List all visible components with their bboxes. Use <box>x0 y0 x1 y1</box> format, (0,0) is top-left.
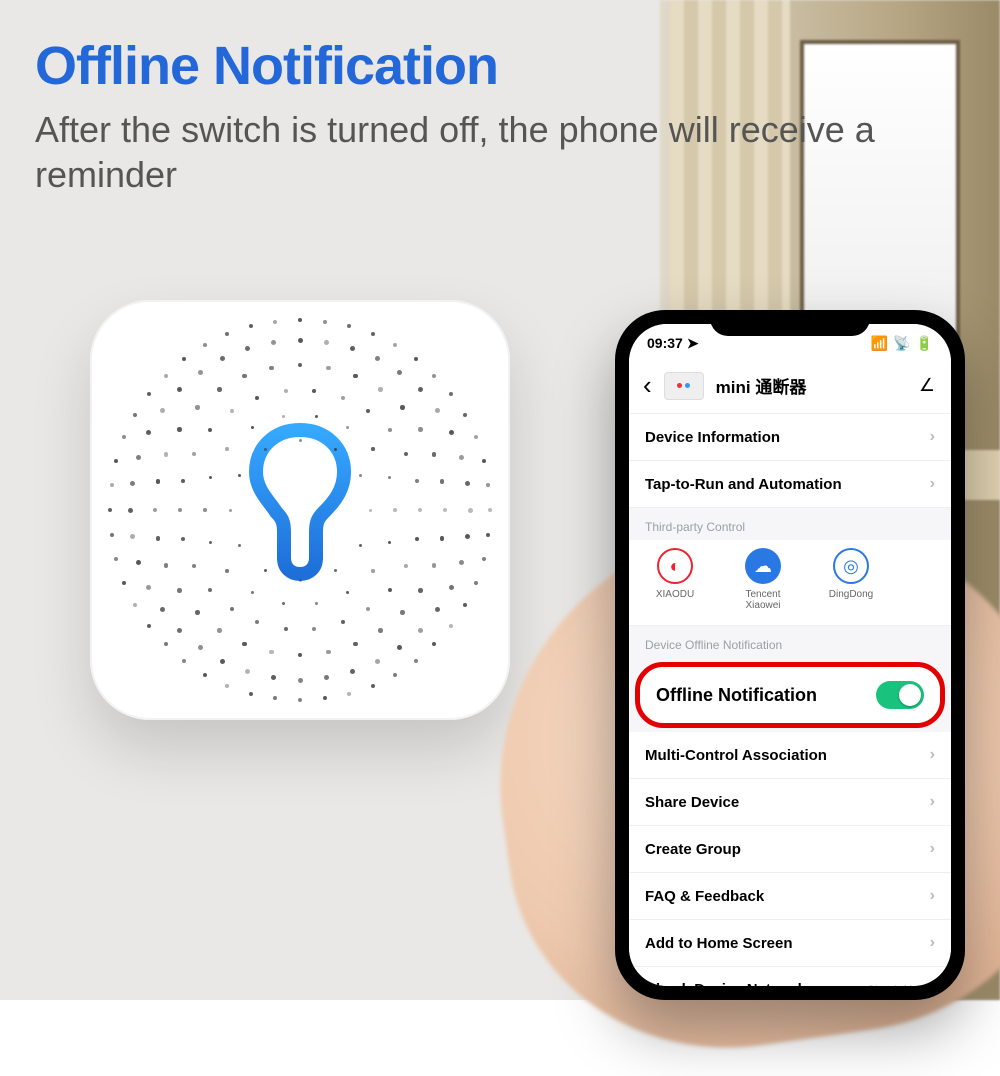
row-label: Tap-to-Run and Automation <box>645 476 842 493</box>
row-create-group[interactable]: Create Group › <box>629 826 951 873</box>
third-party-services: ◐ XIAODU ☁ Tencent Xiaowei ◎ DingDong <box>629 540 951 626</box>
offline-toggle[interactable] <box>876 681 924 709</box>
dingdong-icon: ◎ <box>833 548 869 584</box>
xiaodu-icon: ◐ <box>657 548 693 584</box>
section-offline: Device Offline Notification <box>629 626 951 658</box>
highlight-box: Offline Notification <box>635 662 945 728</box>
service-label: Tencent Xiaowei <box>733 589 793 611</box>
row-label: FAQ & Feedback <box>645 888 764 905</box>
chevron-right-icon: › <box>930 840 935 858</box>
service-tencent[interactable]: ☁ Tencent Xiaowei <box>733 548 793 611</box>
back-button[interactable]: ‹ <box>643 370 652 401</box>
row-label: Add to Home Screen <box>645 935 793 952</box>
row-label: Device Information <box>645 429 780 446</box>
row-label: Share Device <box>645 794 739 811</box>
chevron-right-icon: › <box>930 793 935 811</box>
row-device-info[interactable]: Device Information › <box>629 414 951 461</box>
chevron-right-icon: › <box>930 428 935 446</box>
page-title: Offline Notification <box>35 35 980 97</box>
section-third-party: Third-party Control <box>629 508 951 540</box>
service-label: XIAODU <box>656 589 694 600</box>
row-check-network[interactable]: Check Device Network Check Now › <box>629 967 951 986</box>
wifi-icon: 📡 <box>893 335 910 352</box>
chevron-right-icon: › <box>930 475 935 493</box>
row-share[interactable]: Share Device › <box>629 779 951 826</box>
status-time: 09:37 <box>647 335 683 351</box>
bulb-icon <box>240 422 360 582</box>
service-label: DingDong <box>829 589 873 600</box>
tencent-icon: ☁ <box>745 548 781 584</box>
service-xiaodu[interactable]: ◐ XIAODU <box>645 548 705 611</box>
device-name: mini 通断器 <box>716 373 807 398</box>
device-thumbnail <box>664 372 704 400</box>
edit-button[interactable]: ∠ <box>919 375 935 396</box>
chevron-right-icon: › <box>930 934 935 952</box>
check-now-link[interactable]: Check Now › <box>866 983 935 987</box>
service-dingdong[interactable]: ◎ DingDong <box>821 548 881 611</box>
phone-mockup: 09:37 ➤ 📶 📡 🔋 ‹ mini 通断器 ∠ Device Inform… <box>615 310 965 1000</box>
signal-icon: 📶 <box>871 335 888 352</box>
row-label: Multi-Control Association <box>645 747 827 764</box>
smart-switch-device: // placeholder so we can generate dots a… <box>90 300 510 720</box>
row-automation[interactable]: Tap-to-Run and Automation › <box>629 461 951 508</box>
chevron-right-icon: › <box>930 746 935 764</box>
row-faq[interactable]: FAQ & Feedback › <box>629 873 951 920</box>
battery-icon: 🔋 <box>916 335 933 352</box>
row-add-home[interactable]: Add to Home Screen › <box>629 920 951 967</box>
row-multi-control[interactable]: Multi-Control Association › <box>629 732 951 779</box>
chevron-right-icon: › <box>930 887 935 905</box>
row-label: Create Group <box>645 841 741 858</box>
row-offline-notification[interactable]: Offline Notification <box>640 667 940 723</box>
location-icon: ➤ <box>687 335 699 352</box>
row-label: Offline Notification <box>656 685 817 706</box>
page-subtitle: After the switch is turned off, the phon… <box>35 107 980 197</box>
row-label: Check Device Network <box>645 981 806 986</box>
